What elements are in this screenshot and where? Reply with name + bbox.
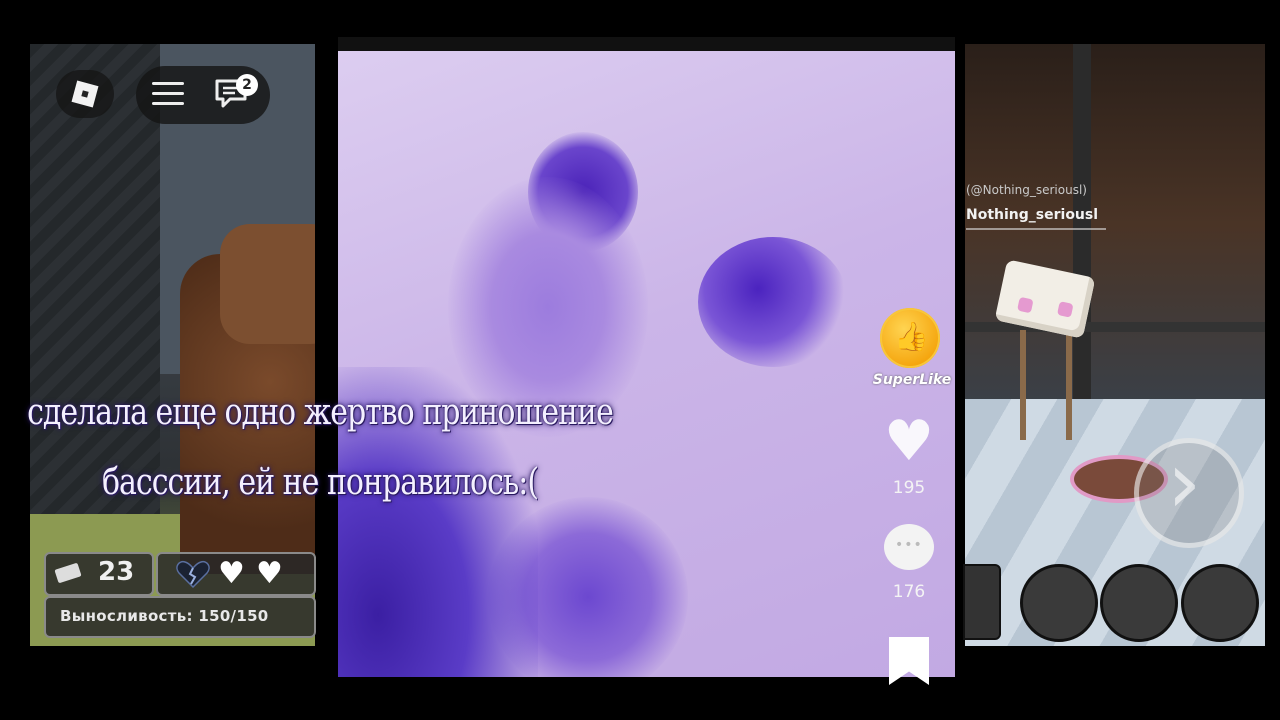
robot-eye <box>1017 296 1034 314</box>
heart-icon: ♥ <box>218 556 245 591</box>
roblox-logo-icon <box>71 80 99 108</box>
game-pillar <box>1073 44 1091 404</box>
right-game-view <box>965 44 1265 646</box>
ability-slot-2[interactable] <box>1100 564 1178 642</box>
next-arrow-button[interactable] <box>1134 433 1244 548</box>
stamina-bar: Выносливость: 150/150 <box>44 596 316 638</box>
superlike-label: SuperLike <box>872 372 952 388</box>
hamburger-menu-icon[interactable] <box>152 82 184 106</box>
robot-legs <box>1020 330 1072 440</box>
video-frame <box>338 37 955 677</box>
name-underline <box>966 228 1106 230</box>
game-rail <box>965 322 1265 332</box>
game-character-head <box>220 224 315 344</box>
ticket-count: 23 <box>98 557 135 587</box>
roblox-menu-button[interactable] <box>56 70 114 118</box>
ability-slot-3[interactable] <box>1181 564 1259 642</box>
ability-slot-1[interactable] <box>1020 564 1098 642</box>
broken-heart-icon <box>176 560 210 589</box>
comment-icon[interactable] <box>884 524 934 570</box>
bookmark-icon[interactable] <box>889 637 929 685</box>
drawing-blob <box>698 237 848 367</box>
video-caption-line1: сделала еще одно жертво приношение <box>27 391 614 434</box>
superlike-thumbs-up-icon[interactable] <box>880 308 940 368</box>
ticket-counter: 23 <box>44 552 154 596</box>
hotbar-slot-partial[interactable] <box>963 564 1001 640</box>
ticket-icon <box>54 562 82 584</box>
like-count: 195 <box>892 478 926 498</box>
lives-indicator: ♥ ♥ <box>156 552 316 596</box>
like-heart-icon[interactable]: ♥ <box>880 414 938 470</box>
video-caption-line2: басссии, ей не понравилось:( <box>101 461 539 504</box>
comment-count: 176 <box>892 582 926 602</box>
stamina-label: Выносливость: 150/150 <box>60 607 269 625</box>
heart-icon: ♥ <box>256 556 283 591</box>
player-handle-small: (@Nothing_seriousl) <box>966 183 1087 197</box>
chat-notification-badge: 2 <box>236 74 258 96</box>
player-handle: Nothing_seriousl <box>966 207 1099 223</box>
robot-eye <box>1056 301 1074 318</box>
